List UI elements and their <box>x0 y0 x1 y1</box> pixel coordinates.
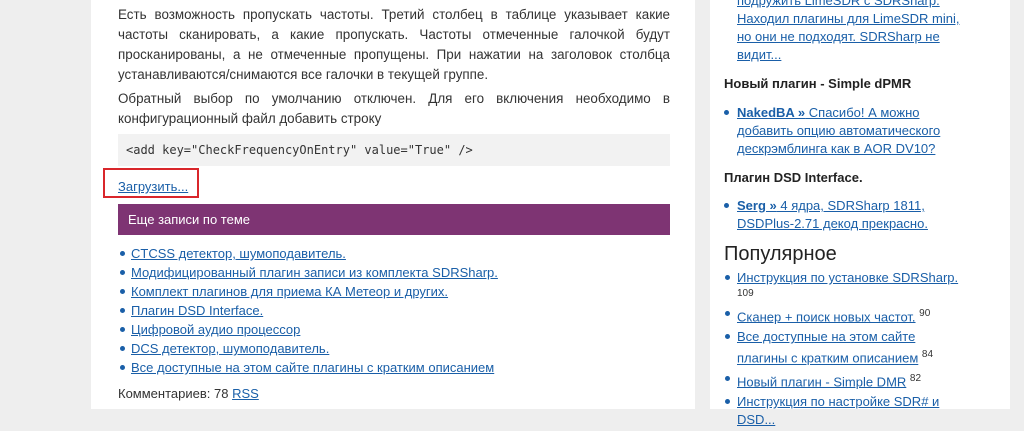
view-count: 82 <box>909 372 922 384</box>
list-item: Модифицированный плагин записи из компле… <box>118 263 670 282</box>
list-item: Плагин DSD Interface. <box>118 301 670 320</box>
view-count: 109 <box>737 288 754 299</box>
article-content: Есть возможность пропускать частоты. Тре… <box>91 0 695 409</box>
related-post-link[interactable]: Модифицированный плагин записи из компле… <box>131 265 498 280</box>
list-item: Новый плагин - Simple DMR 82 <box>724 370 964 391</box>
view-count: 84 <box>921 349 934 361</box>
popular-post-link[interactable]: Новый плагин - Simple DMR <box>737 374 906 389</box>
popular-post-link[interactable]: Сканер + поиск новых частот. <box>737 309 916 324</box>
related-post-link[interactable]: DCS детектор, шумоподавитель. <box>131 341 329 356</box>
list-item: Цифровой аудио процессор <box>118 320 670 339</box>
popular-post-link[interactable]: Все доступные на этом сайте плагины с кра… <box>737 329 918 365</box>
popular-post-link[interactable]: Инструкция по настройке SDR# и DSD... <box>737 394 939 427</box>
list-item: Все доступные на этом сайте плагины с кр… <box>118 358 670 377</box>
list-item: DCS детектор, шумоподавитель. <box>118 339 670 358</box>
list-item: Инструкция по настройке SDR# и DSD... <box>724 393 964 429</box>
sidebar-comment-1: NakedBA » Спасибо! А можно добавить опцию… <box>724 104 954 158</box>
related-post-link[interactable]: Плагин DSD Interface. <box>131 303 263 318</box>
bullet-icon <box>724 110 729 115</box>
comments-label: Комментариев: 78 <box>118 386 229 401</box>
list-item: Инструкция по установке SDRSharp. 109 <box>724 269 964 301</box>
related-posts-header: Еще записи по теме <box>118 204 670 235</box>
list-item: Все доступные на этом сайте плагины с кра… <box>724 328 964 367</box>
list-item: CTCSS детектор, шумоподавитель. <box>118 244 670 263</box>
sidebar-top-comment[interactable]: подружить LimeSDR с SDRSharp. Находил пл… <box>737 0 959 64</box>
list-item: Сканер + поиск новых частот. 90 <box>724 305 964 326</box>
related-post-link[interactable]: Цифровой аудио процессор <box>131 322 300 337</box>
rss-link[interactable]: RSS <box>232 386 259 401</box>
popular-post-link[interactable]: Инструкция по установке SDRSharp. <box>737 270 958 285</box>
comment-author-link[interactable]: NakedBA » <box>737 105 805 120</box>
sidebar-post-title-1: Новый плагин - Simple dPMR <box>724 76 912 91</box>
article-paragraph-2: Обратный выбор по умолчанию отключен. Дл… <box>118 91 670 126</box>
popular-heading: Популярное <box>724 243 837 265</box>
sidebar-comment-2: Serg » 4 ядра, SDRSharp 1811, DSDPlus-2.7… <box>724 197 954 233</box>
popular-list: Инструкция по установке SDRSharp. 109 Ск… <box>724 269 964 431</box>
sidebar-post-title-2: Плагин DSD Interface. <box>724 170 863 185</box>
sidebar: подружить LimeSDR с SDRSharp. Находил пл… <box>710 0 1010 427</box>
comment-author-link[interactable]: Serg » <box>737 198 777 213</box>
related-post-link[interactable]: Комплект плагинов для приема КА Метеор и… <box>131 284 448 299</box>
list-item: Комплект плагинов для приема КА Метеор и… <box>118 282 670 301</box>
article-paragraph-1: Есть возможность пропускать частоты. Тре… <box>118 7 670 82</box>
download-link[interactable]: Загрузить... <box>118 179 188 194</box>
related-posts-list: CTCSS детектор, шумоподавитель. Модифици… <box>118 244 670 377</box>
related-post-link[interactable]: CTCSS детектор, шумоподавитель. <box>131 246 346 261</box>
sidebar-comment-link[interactable]: подружить LimeSDR с SDRSharp. Находил пл… <box>737 0 959 62</box>
related-post-link[interactable]: Все доступные на этом сайте плагины с кр… <box>131 360 494 375</box>
view-count: 90 <box>919 308 931 319</box>
code-block: <add key="CheckFrequencyOnEntry" value="… <box>118 134 670 166</box>
code-line: <add key="CheckFrequencyOnEntry" value="… <box>126 143 473 157</box>
comments-count: Комментариев: 78 RSS <box>118 386 259 401</box>
bullet-icon <box>724 203 729 208</box>
